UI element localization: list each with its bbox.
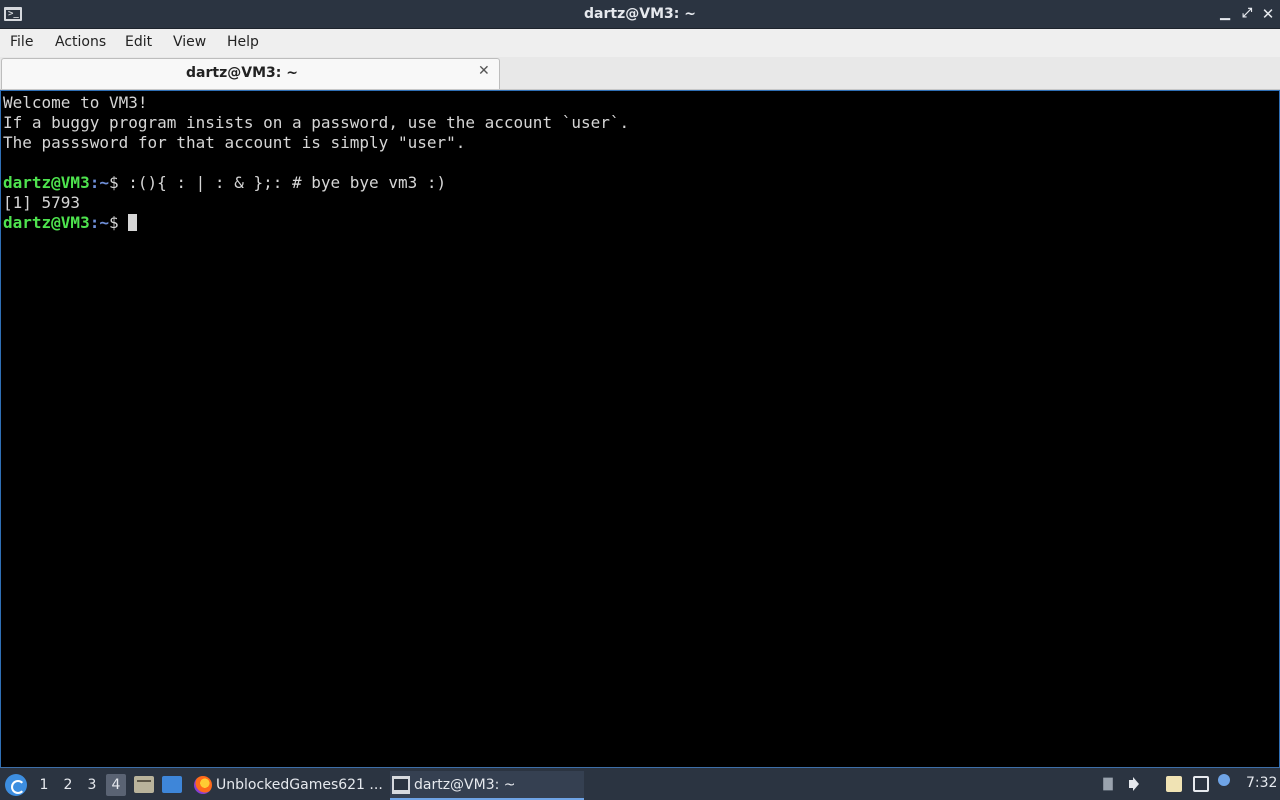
command-text: :(){ : | : & };: # bye bye vm3 :) <box>128 173 447 192</box>
menu-view[interactable]: View <box>173 34 206 50</box>
terminal-line: If a buggy program insists on a password… <box>3 113 630 132</box>
command-output: [1] 5793 <box>3 193 81 212</box>
terminal-line: Welcome to VM3! <box>3 93 148 112</box>
taskbar-task-browser[interactable]: UnblockedGames621 ... <box>192 771 384 800</box>
volume-icon[interactable] <box>1128 776 1144 792</box>
start-menu-icon[interactable] <box>5 774 27 796</box>
terminal-icon <box>392 776 410 794</box>
workspace-3[interactable]: 3 <box>82 774 102 796</box>
firefox-icon <box>194 776 212 794</box>
clock[interactable]: 7:32 <box>1246 775 1277 791</box>
network-icon[interactable] <box>1193 776 1209 792</box>
prompt-path: :~ <box>89 213 109 232</box>
prompt-line: dartz@VM3:~$ :(){ : | : & };: # bye bye … <box>3 173 1279 193</box>
tab-label: dartz@VM3: ~ <box>186 65 298 81</box>
task-label: dartz@VM3: ~ <box>414 777 516 793</box>
maximize-button[interactable]: ⤢ <box>1238 4 1256 24</box>
taskbar: 1 2 3 4 UnblockedGames621 ... dartz@VM3:… <box>0 767 1280 800</box>
prompt-symbol: $ <box>108 213 129 232</box>
terminal-line: The passsword for that account is simply… <box>3 133 466 152</box>
prompt-user: dartz@VM3 <box>3 173 90 192</box>
menu-edit[interactable]: Edit <box>125 34 152 50</box>
workspace-2[interactable]: 2 <box>58 774 78 796</box>
tab-strip: dartz@VM3: ~ ✕ <box>0 57 1280 90</box>
workspace-4[interactable]: 4 <box>106 774 126 796</box>
tab-close-icon[interactable]: ✕ <box>478 63 490 79</box>
prompt-path: :~ <box>89 173 109 192</box>
menu-bar: File Actions Edit View Help <box>0 29 1280 57</box>
window-titlebar: >_ dartz@VM3: ~ ▁ ⤢ ✕ <box>0 0 1280 29</box>
notification-icon[interactable] <box>1218 774 1230 786</box>
prompt-line-current: dartz@VM3:~$ <box>3 213 1279 233</box>
task-label: UnblockedGames621 ... <box>216 777 383 793</box>
terminal-output[interactable]: Welcome to VM3! If a buggy program insis… <box>0 90 1280 767</box>
prompt-symbol: $ <box>108 173 129 192</box>
window-title: dartz@VM3: ~ <box>584 6 696 22</box>
file-manager-icon[interactable] <box>134 776 154 793</box>
prompt-user: dartz@VM3 <box>3 213 90 232</box>
minimize-button[interactable]: ▁ <box>1216 4 1234 24</box>
workspace-1[interactable]: 1 <box>34 774 54 796</box>
clipboard-icon[interactable] <box>1166 776 1182 792</box>
tray-expand-icon[interactable] <box>1103 777 1113 791</box>
terminal-tab[interactable]: dartz@VM3: ~ ✕ <box>1 58 500 89</box>
taskbar-task-terminal[interactable]: dartz@VM3: ~ <box>390 771 584 800</box>
show-desktop-icon[interactable] <box>162 776 182 793</box>
menu-file[interactable]: File <box>10 34 33 50</box>
close-window-button[interactable]: ✕ <box>1259 4 1277 24</box>
menu-actions[interactable]: Actions <box>55 34 106 50</box>
menu-help[interactable]: Help <box>227 34 259 50</box>
text-cursor <box>128 214 138 231</box>
